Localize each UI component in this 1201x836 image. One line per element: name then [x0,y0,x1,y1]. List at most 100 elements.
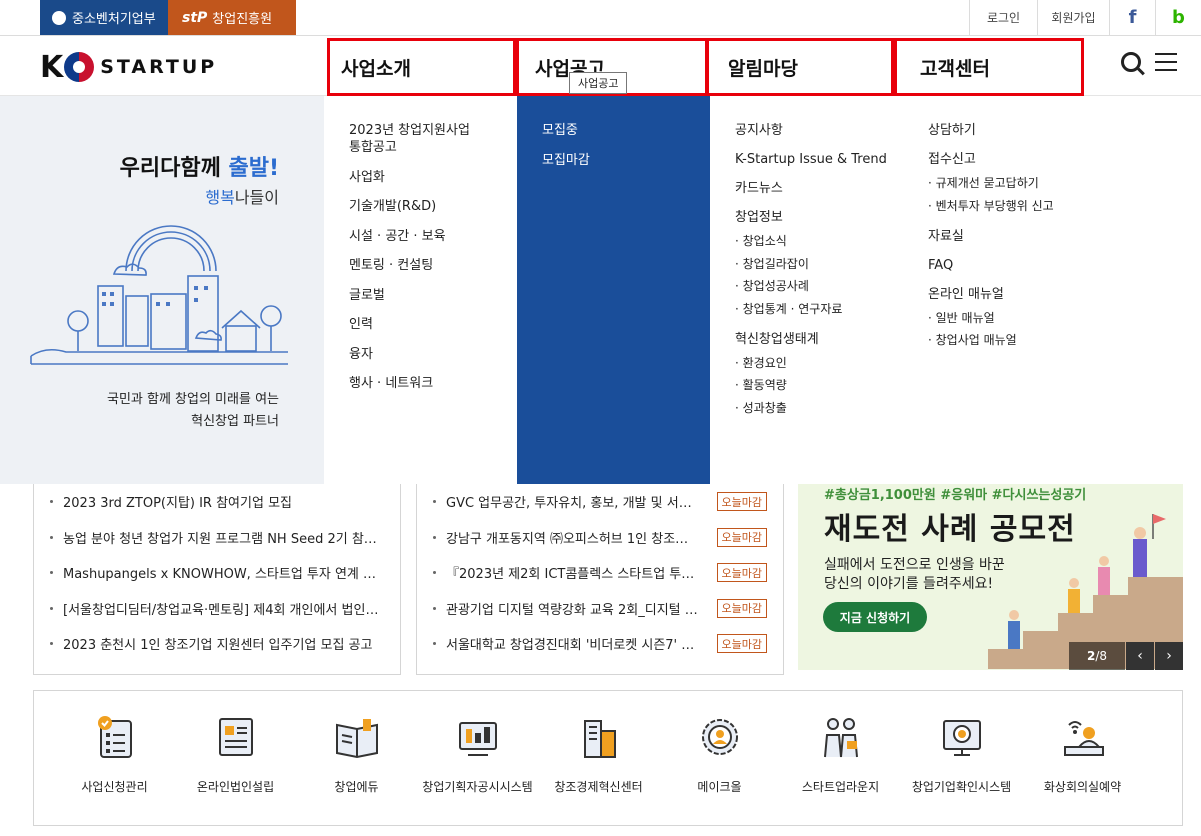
menu-item[interactable]: 공지사항 [735,122,903,139]
menu-item[interactable]: 2023년 창업지원사업 통합공고 [349,122,479,156]
quick-link-incorporation[interactable]: 온라인법인설립 [175,691,296,825]
menu-subitem[interactable]: · 창업길라잡이 [735,257,903,272]
book-icon [335,719,378,759]
search-icon[interactable] [1121,52,1141,72]
checklist-icon [97,716,132,758]
news-item[interactable]: 서울대학교 창업경진대회 '비더로켓 시즌7' 참가자 모집오늘마감 [417,626,783,662]
quick-links: 사업신청관리 온라인법인설립 창업에듀 창업기획자공시시스템 창조경제혁신센터 … [33,690,1183,826]
menu-subitem[interactable]: · 창업통계 · 연구자료 [735,302,903,317]
promo-panel: 우리다함께 출발! 행복나들이 국민과 함께 창업의 미래를 여는 혁신창업 파… [0,96,324,484]
gov-label: 중소벤처기업부 [72,12,156,27]
quick-link-videoconf[interactable]: 화상회의실예약 [1022,691,1143,825]
gov-emblem-icon [52,10,66,25]
logo-text: STARTUP [100,56,218,78]
menu-subitem[interactable]: · 창업소식 [735,234,903,249]
quick-link-edu[interactable]: 창업에듀 [296,691,417,825]
menu-subitem[interactable]: · 성과창출 [735,401,903,416]
menu-item[interactable]: 접수신고 [928,151,1103,168]
menu-item[interactable]: 행사 · 네트워크 [349,375,517,392]
menu-col-business: 2023년 창업지원사업 통합공고 사업화 기술개발(R&D) 시설 · 공간 … [324,96,517,484]
banner-tag: #총상금1,100만원 #응워마 #다시쓰는성공기 [824,488,1087,503]
magnifier-monitor-icon [942,720,981,756]
quick-link-cce[interactable]: 창조경제혁신센터 [538,691,659,825]
quick-link-accelerator[interactable]: 창업기획자공시시스템 [417,691,538,825]
deadline-badge: 오늘마감 [716,634,767,653]
menu-item[interactable]: 인력 [349,316,517,333]
chevron-right-icon[interactable]: › [1155,642,1183,670]
menu-item[interactable]: 사업화 [349,169,517,186]
nav-notice-board[interactable]: 알림마당 [706,38,894,96]
banner-page-counter: 2 / 8 [1069,642,1125,670]
hamburger-menu-icon[interactable] [1155,53,1177,71]
mega-menu: 우리다함께 출발! 행복나들이 국민과 함께 창업의 미래를 여는 혁신창업 파… [0,96,1201,484]
logo-k: K [40,49,63,85]
menu-subitem[interactable]: · 환경요인 [735,356,903,371]
menu-item[interactable]: K-Startup Issue & Trend [735,151,903,168]
menu-item[interactable]: 글로벌 [349,287,517,304]
menu-item-closed[interactable]: 모집마감 [542,152,710,169]
news-list-right: GVC 업무공간, 투자유치, 홍보, 개발 및 서비스 지원오늘마감 강남구 … [416,484,784,675]
join-link[interactable]: 회원가입 [1037,0,1109,35]
menu-col-support: 상담하기 접수신고 · 규제개선 묻고답하기 · 벤처투자 부당행위 신고 자료… [903,96,1103,484]
news-list-left: 2023 3rd ZTOP(지탑) IR 참여기업 모집 농업 분야 청년 창업… [33,484,401,675]
deadline-badge: 오늘마감 [716,492,767,511]
quick-link-makeall[interactable]: 메이크올 [659,691,780,825]
facebook-icon[interactable]: f [1109,0,1155,35]
monitor-icon [458,722,497,756]
quick-link-confirm[interactable]: 창업기업확인시스템 [901,691,1022,825]
login-link[interactable]: 로그인 [969,0,1037,35]
blog-icon[interactable]: b [1155,0,1201,35]
people-icon [823,718,858,758]
news-item[interactable]: 2023 춘천시 1인 창조기업 지원센터 입주기업 모집 공고 [34,626,400,662]
news-item[interactable]: 2023 3rd ZTOP(지탑) IR 참여기업 모집 [34,484,400,520]
deadline-badge: 오늘마감 [716,527,767,547]
banner-pager: 2 / 8 ‹ › [1069,642,1183,670]
menu-col-board: 공지사항 K-Startup Issue & Trend 카드뉴스 창업정보 ·… [710,96,903,484]
k-startup-logo[interactable]: K STARTUP [40,49,218,85]
gov-link[interactable]: 중소벤처기업부 [40,0,168,35]
logo-taeguk-icon [64,52,95,82]
menu-subitem[interactable]: · 창업사업 매뉴얼 [928,333,1103,348]
news-item[interactable]: GVC 업무공간, 투자유치, 홍보, 개발 및 서비스 지원오늘마감 [417,484,783,520]
quick-link-lounge[interactable]: 스타트업라운지 [780,691,901,825]
promo-subtitle: 행복나들이 [205,188,279,207]
menu-subitem[interactable]: · 규제개선 묻고답하기 [928,176,1103,191]
city-illustration [30,225,288,365]
menu-item[interactable]: 온라인 매뉴얼 [928,286,1103,303]
nav-business-intro[interactable]: 사업소개 [327,38,516,96]
quick-link-apply[interactable]: 사업신청관리 [54,691,175,825]
menu-item[interactable]: 자료실 [928,228,1103,245]
menu-subitem[interactable]: · 일반 매뉴얼 [928,311,1103,326]
nav-tooltip: 사업공고 [569,72,628,94]
menu-subitem[interactable]: · 활동역량 [735,378,903,393]
menu-item[interactable]: 융자 [349,346,517,363]
promo-caption-1: 국민과 함께 창업의 미래를 여는 [106,392,279,407]
chevron-left-icon[interactable]: ‹ [1126,642,1154,670]
news-item[interactable]: 농업 분야 청년 창업가 지원 프로그램 NH Seed 2기 참여기업 모집 [34,520,400,556]
news-item[interactable]: Mashupangels x KNOWHOW, 스타트업 투자 연계 프로그램 [34,555,400,591]
apply-now-button[interactable]: 지금 신청하기 [823,602,927,632]
menu-col-notice: 모집중 모집마감 [517,96,710,484]
menu-item[interactable]: 창업정보 [735,209,903,226]
menu-subitem[interactable]: · 창업성공사례 [735,279,903,294]
news-item[interactable]: [서울창업디딤터/창업교육·멘토링] 제4회 개인에서 법인으로 [34,591,400,627]
news-item[interactable]: 강남구 개포동지역 ㈜오피스허브 1인 창조기업 모집오늘마감 [417,520,783,556]
kised-logo-icon: stP [182,9,208,26]
deadline-badge: 오늘마감 [716,563,767,582]
deadline-badge: 오늘마감 [716,598,767,618]
building-icon [583,720,616,758]
menu-item[interactable]: 멘토링 · 컨설팅 [349,257,517,274]
menu-item[interactable]: FAQ [928,257,1103,274]
nav-customer-center[interactable]: 고객센터 [894,38,1084,96]
news-item[interactable]: 『2023년 제2회 ICT콤플렉스 스타트업 투자 유치 오늘마감 [417,555,783,591]
menu-item[interactable]: 혁신창업생태계 [735,331,903,348]
menu-item-recruiting[interactable]: 모집중 [542,122,710,139]
menu-item[interactable]: 상담하기 [928,122,1103,139]
kised-link[interactable]: stP 창업진흥원 [168,0,296,35]
menu-item[interactable]: 시설 · 공간 · 보육 [349,228,517,245]
menu-item[interactable]: 카드뉴스 [735,180,903,197]
menu-subitem[interactable]: · 벤처투자 부당행위 신고 [928,199,1103,214]
news-item[interactable]: 관광기업 디지털 역량강화 교육 2회_디지털 마케팅 오늘마감 [417,591,783,627]
menu-item[interactable]: 기술개발(R&D) [349,198,517,215]
video-conference-icon [1063,721,1104,756]
